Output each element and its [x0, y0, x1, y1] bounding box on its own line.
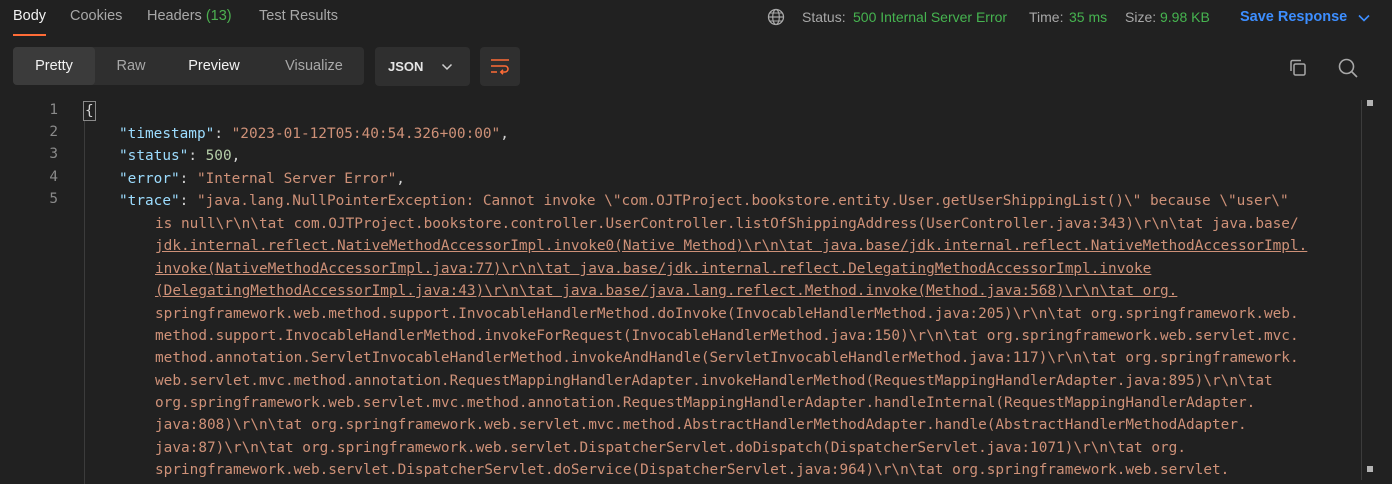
save-response-button[interactable]: Save Response	[1240, 9, 1347, 25]
trace-line: springframework.web.servlet.DispatcherSe…	[155, 462, 1230, 478]
tab-test-results-label: Test Results	[259, 8, 338, 24]
trace-line: is null\r\n\tat com.OJTProject.bookstore…	[155, 216, 1299, 232]
json-key: "status"	[119, 148, 189, 164]
json-line-trace: "trace": "java.lang.NullPointerException…	[119, 193, 1289, 209]
tab-cookies[interactable]: Cookies	[70, 8, 122, 36]
view-mode-preview[interactable]: Preview	[179, 47, 249, 85]
copy-icon[interactable]	[1287, 57, 1309, 79]
json-line-status: "status": 500,	[119, 148, 241, 164]
line-number: 2	[49, 124, 58, 140]
scrollbar-down-marker[interactable]	[1367, 466, 1373, 472]
scrollbar-up-marker[interactable]	[1367, 100, 1373, 106]
headers-count: (13)	[205, 8, 232, 24]
view-mode-visualize[interactable]: Visualize	[275, 47, 353, 85]
view-mode-switcher: Pretty Raw Preview Visualize	[13, 47, 364, 85]
response-top-bar: Body Cookies Headers (13) Test Results S…	[0, 0, 1392, 36]
trace-line: java:87)\r\n\tat org.springframework.web…	[155, 440, 1187, 456]
json-string: "2023-01-12T05:40:54.326+00:00"	[231, 126, 501, 142]
tab-cookies-label: Cookies	[70, 8, 123, 24]
editor-scrollbar-track[interactable]	[1361, 100, 1362, 480]
line-number: 4	[49, 169, 58, 185]
trace-line: invoke(NativeMethodAccessorImpl.java:77)…	[155, 261, 1152, 277]
tab-test-results[interactable]: Test Results	[259, 8, 338, 36]
trace-line: jdk.internal.reflect.NativeMethodAccesso…	[155, 238, 1308, 254]
json-line-error: "error": "Internal Server Error",	[119, 171, 405, 187]
trace-line: org.springframework.web.servlet.mvc.meth…	[155, 395, 1256, 411]
size-value[interactable]: 9.98 KB	[1160, 9, 1210, 25]
chevron-down-icon[interactable]	[1357, 11, 1371, 25]
indent-guide	[84, 121, 85, 484]
trace-line: method.support.InvocableHandlerMethod.in…	[155, 328, 1299, 344]
open-brace: {	[83, 101, 96, 121]
json-key: "timestamp"	[119, 126, 215, 142]
tab-headers-label: Headers	[147, 8, 202, 24]
chevron-down-icon	[441, 63, 453, 71]
view-mode-pretty[interactable]: Pretty	[13, 47, 95, 85]
trace-line: springframework.web.method.support.Invoc…	[155, 306, 1299, 322]
json-string: "Internal Server Error"	[196, 171, 397, 187]
wrap-lines-icon	[491, 59, 509, 75]
line-number: 3	[49, 146, 58, 162]
search-icon[interactable]	[1337, 57, 1359, 79]
view-mode-raw[interactable]: Raw	[103, 47, 159, 85]
trace-line: web.servlet.mvc.method.annotation.Reques…	[155, 373, 1273, 389]
status-value[interactable]: 500 Internal Server Error	[853, 9, 1007, 25]
json-key: "error"	[119, 171, 180, 187]
trace-line: (DelegatingMethodAccessorImpl.java:43)\r…	[155, 283, 1178, 299]
line-number: 5	[49, 191, 58, 207]
status-label: Status:	[802, 9, 846, 25]
json-number: 500	[205, 148, 232, 164]
line-number: 1	[49, 102, 58, 118]
globe-icon[interactable]	[767, 8, 785, 26]
format-select-value: JSON	[388, 59, 424, 74]
json-key: "trace"	[119, 193, 180, 209]
json-line-timestamp: "timestamp": "2023-01-12T05:40:54.326+00…	[119, 126, 509, 142]
time-value[interactable]: 35 ms	[1069, 9, 1107, 25]
tab-headers[interactable]: Headers (13)	[147, 8, 232, 36]
trace-line: method.annotation.ServletInvocableHandle…	[155, 350, 1299, 366]
size-label: Size:	[1125, 9, 1157, 25]
tab-body[interactable]: Body	[13, 8, 47, 36]
tab-body-label: Body	[13, 8, 47, 24]
format-select[interactable]: JSON	[375, 47, 470, 86]
json-string: "java.lang.NullPointerException: Cannot …	[196, 193, 1289, 209]
wrap-lines-button[interactable]	[480, 47, 520, 86]
time-label: Time:	[1029, 9, 1064, 25]
response-body-editor[interactable]: 1 2 3 4 5 { "timestamp": "2023-01-12T05:…	[0, 100, 1392, 484]
trace-line: java:808)\r\n\tat org.springframework.we…	[155, 417, 1247, 433]
